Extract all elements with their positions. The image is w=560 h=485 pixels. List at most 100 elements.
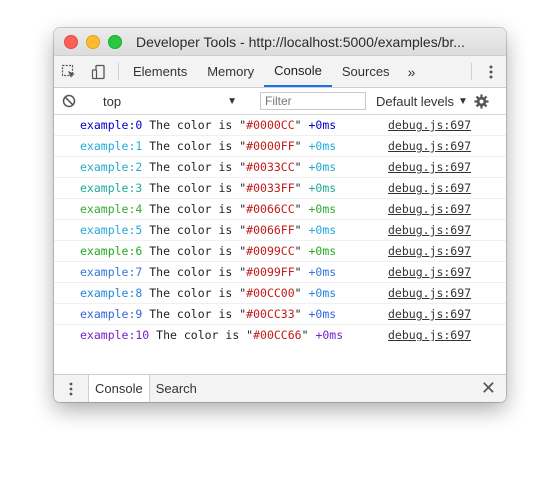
tab-elements[interactable]: Elements [123, 56, 197, 87]
message-text: The color is " [142, 181, 247, 195]
console-settings-button[interactable] [474, 93, 489, 109]
time-delta: +0ms [308, 307, 337, 321]
message-text: The color is " [142, 139, 247, 153]
toolbar-divider [471, 63, 472, 80]
console-message: example:0 The color is "#0000CC" +0ms [80, 118, 336, 132]
kebab-menu-icon [489, 65, 493, 78]
color-value: #0000FF [246, 139, 295, 153]
console-message: example:4 The color is "#0066CC" +0ms [80, 202, 336, 216]
source-link[interactable]: debug.js:697 [388, 181, 471, 195]
tab-bar-spacer [423, 56, 467, 87]
message-text: The color is " [142, 160, 247, 174]
debug-namespace: example:6 [80, 244, 143, 258]
log-levels-selector[interactable]: Default levels ▼ [376, 94, 468, 109]
debug-namespace: example:0 [80, 118, 143, 132]
console-message-row: example:8 The color is "#00CC00" +0ms deb… [54, 283, 506, 304]
message-text: The color is " [142, 223, 247, 237]
console-message-row: example:1 The color is "#0000FF" +0ms deb… [54, 136, 506, 157]
color-value: #0099FF [246, 265, 295, 279]
message-text: The color is " [142, 202, 247, 216]
message-text: The color is " [142, 118, 247, 132]
source-link[interactable]: debug.js:697 [388, 160, 471, 174]
message-text: " [294, 160, 309, 174]
console-message: example:1 The color is "#0000FF" +0ms [80, 139, 336, 153]
console-message: example:6 The color is "#0099CC" +0ms [80, 244, 336, 258]
console-toolbar: top ▼ Filter Default levels ▼ [54, 88, 506, 115]
message-text: " [294, 139, 309, 153]
inspect-element-button[interactable] [54, 56, 84, 87]
console-message: example:5 The color is "#0066FF" +0ms [80, 223, 336, 237]
console-message: example:10 The color is "#00CC66" +0ms [80, 328, 343, 341]
debug-namespace: example:5 [80, 223, 143, 237]
console-log-area[interactable]: example:0 The color is "#0000CC" +0ms deb… [54, 115, 506, 341]
filter-input[interactable]: Filter [260, 92, 366, 110]
maximize-window-button[interactable] [108, 34, 122, 49]
message-text: " [294, 265, 309, 279]
console-message-row: example:5 The color is "#0066FF" +0ms deb… [54, 220, 506, 241]
source-link[interactable]: debug.js:697 [388, 328, 471, 341]
window-controls [64, 34, 122, 49]
debug-namespace: example:7 [80, 265, 143, 279]
tab-memory[interactable]: Memory [197, 56, 264, 87]
tab-console[interactable]: Console [264, 56, 332, 87]
message-text: The color is " [142, 286, 247, 300]
drawer-tab-search[interactable]: Search [150, 375, 203, 402]
source-link[interactable]: debug.js:697 [388, 307, 471, 321]
message-text: " [294, 286, 309, 300]
gear-icon [474, 93, 489, 109]
message-text: " [294, 118, 309, 132]
source-link[interactable]: debug.js:697 [388, 286, 471, 300]
color-value: #00CC66 [253, 328, 302, 341]
message-text: " [294, 244, 309, 258]
message-text: " [294, 202, 309, 216]
drawer-tab-console[interactable]: Console [88, 375, 150, 402]
console-message-row: example:4 The color is "#0066CC" +0ms deb… [54, 199, 506, 220]
time-delta: +0ms [308, 223, 337, 237]
debug-namespace: example:9 [80, 307, 143, 321]
source-link[interactable]: debug.js:697 [388, 223, 471, 237]
source-link[interactable]: debug.js:697 [388, 139, 471, 153]
console-message-row: example:10 The color is "#00CC66" +0ms de… [54, 325, 506, 341]
more-tabs-button[interactable]: » [400, 56, 424, 87]
console-message-row: example:7 The color is "#0099FF" +0ms deb… [54, 262, 506, 283]
debug-namespace: example:3 [80, 181, 143, 195]
debug-namespace: example:1 [80, 139, 143, 153]
source-link[interactable]: debug.js:697 [388, 265, 471, 279]
color-value: #0000CC [246, 118, 295, 132]
console-message-row: example:0 The color is "#0000CC" +0ms deb… [54, 115, 506, 136]
source-link[interactable]: debug.js:697 [388, 118, 471, 132]
color-value: #0033CC [246, 160, 295, 174]
log-levels-label: Default levels [376, 93, 455, 109]
dropdown-arrow-icon: ▼ [227, 95, 237, 107]
source-link[interactable]: debug.js:697 [388, 244, 471, 258]
color-value: #00CC00 [246, 286, 295, 300]
console-message: example:7 The color is "#0099FF" +0ms [80, 265, 336, 279]
message-text: " [301, 328, 316, 341]
console-message: example:9 The color is "#00CC33" +0ms [80, 307, 336, 321]
clear-icon [62, 94, 76, 108]
dropdown-arrow-icon: ▼ [458, 95, 468, 107]
message-text: " [294, 307, 309, 321]
close-drawer-button[interactable]: ✕ [481, 378, 496, 399]
debug-namespace: example:8 [80, 286, 143, 300]
window-title: Developer Tools - http://localhost:5000/… [136, 33, 465, 50]
time-delta: +0ms [308, 202, 337, 216]
clear-console-button[interactable] [54, 94, 84, 108]
console-message-row: example:3 The color is "#0033FF" +0ms deb… [54, 178, 506, 199]
device-toolbar-button[interactable] [84, 56, 114, 87]
minimize-window-button[interactable] [86, 34, 100, 49]
console-message: example:8 The color is "#00CC00" +0ms [80, 286, 336, 300]
message-text: " [294, 181, 309, 195]
customize-menu-button[interactable] [476, 56, 506, 87]
color-value: #0099CC [246, 244, 295, 258]
time-delta: +0ms [308, 286, 337, 300]
context-selector[interactable]: top ▼ [93, 94, 243, 109]
panel-tab-bar: Elements Memory Console Sources » [54, 56, 506, 88]
tab-sources[interactable]: Sources [332, 56, 400, 87]
debug-namespace: example:2 [80, 160, 143, 174]
message-text: The color is " [142, 265, 247, 279]
drawer-menu-button[interactable] [54, 382, 88, 396]
console-message: example:3 The color is "#0033FF" +0ms [80, 181, 336, 195]
close-window-button[interactable] [64, 34, 78, 49]
source-link[interactable]: debug.js:697 [388, 202, 471, 216]
